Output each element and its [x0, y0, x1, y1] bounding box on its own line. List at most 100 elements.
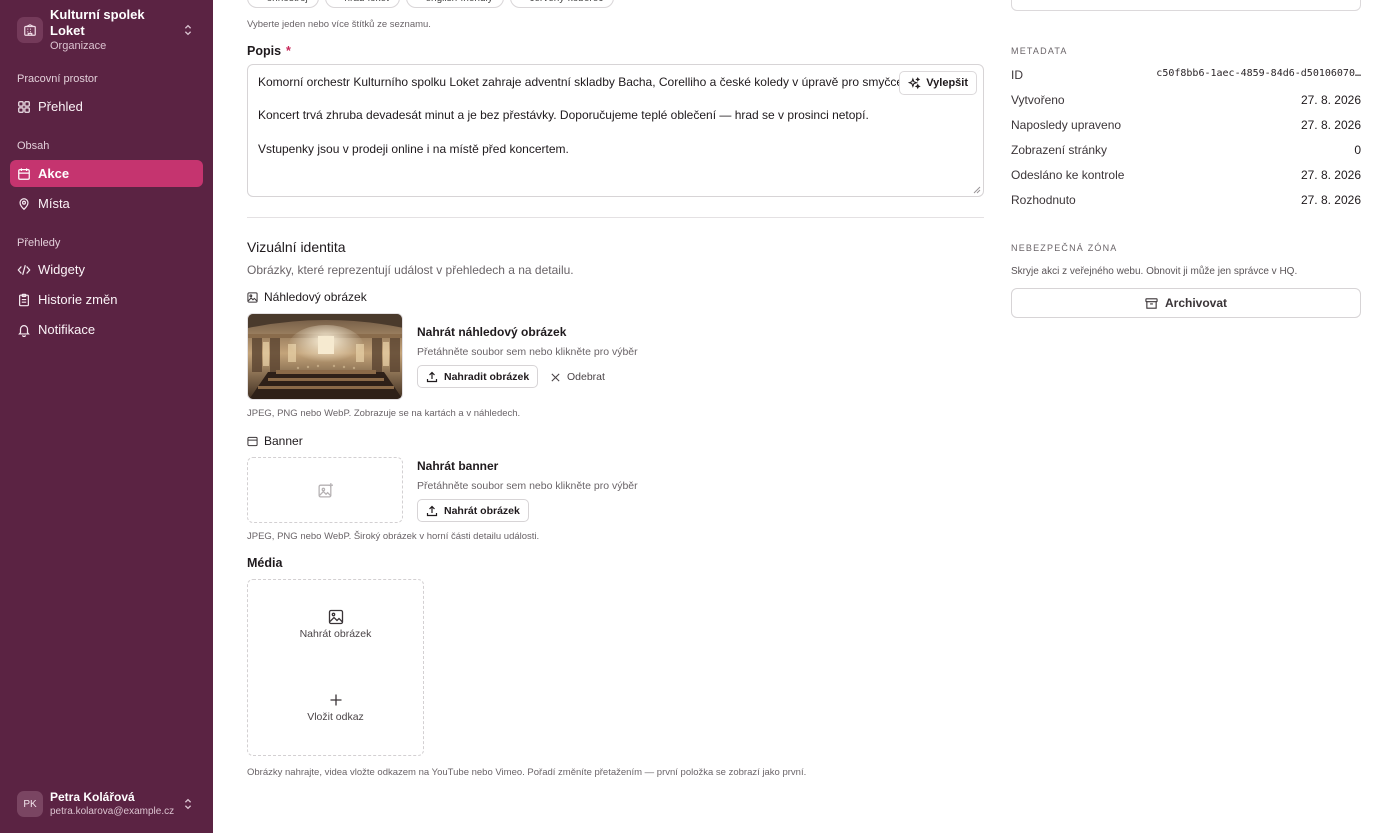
- bell-icon: [18, 324, 30, 337]
- user-menu[interactable]: PK Petra Kolářová petra.kolarova@example…: [10, 784, 203, 824]
- description-label-text: Popis: [247, 44, 282, 58]
- meta-label: Vytvořeno: [1011, 93, 1065, 107]
- section-label-reports: Přehledy: [17, 237, 61, 249]
- preview-upload-hint: Přetáhněte soubor sem nebo klikněte pro …: [417, 346, 638, 358]
- main-content: + ohňostroj + hrad-loket + english-frien…: [213, 0, 1400, 833]
- preview-upload-title: Nahrát náhledový obrázek: [417, 325, 567, 339]
- sidebar-item-label: Notifikace: [38, 322, 96, 337]
- media-upload-image-label: Nahrát obrázek: [299, 628, 372, 640]
- required-mark: *: [286, 44, 291, 58]
- sidebar-item-history[interactable]: Historie změn: [10, 286, 203, 313]
- plus-icon: [330, 694, 341, 706]
- resize-handle-icon[interactable]: [973, 186, 981, 194]
- calendar-icon: [18, 167, 30, 180]
- banner-help: JPEG, PNG nebo WebP. Široký obrázek v ho…: [247, 531, 540, 542]
- banner-upload-hint: Přetáhněte soubor sem nebo klikněte pro …: [417, 480, 638, 492]
- upload-banner-button[interactable]: Nahrát obrázek: [417, 499, 529, 522]
- replace-image-button[interactable]: Nahradit obrázek: [417, 365, 539, 388]
- media-insert-link-label: Vložit odkaz: [307, 711, 364, 723]
- preview-image-label: Náhledový obrázek: [264, 290, 367, 304]
- sidebar-item-overview[interactable]: Přehled: [10, 93, 203, 120]
- meta-row-id: ID c50f8bb6-1aec-4859-84d6-d50106070…: [1011, 68, 1361, 82]
- meta-label: Odesláno ke kontrole: [1011, 168, 1125, 182]
- image-placeholder-icon: [317, 482, 333, 498]
- visual-identity-title: Vizuální identita: [247, 239, 346, 255]
- description-paragraph: Komorní orchestr Kulturního spolku Loket…: [258, 75, 907, 89]
- sidebar-item-label: Historie změn: [38, 292, 118, 307]
- description-paragraph: Koncert trvá zhruba devadesát minut a je…: [258, 108, 869, 123]
- meta-value: 27. 8. 2026: [1300, 193, 1361, 207]
- section-label-workspace: Pracovní prostor: [17, 73, 98, 85]
- meta-value: 27. 8. 2026: [1300, 118, 1361, 132]
- sidebar-item-widgets[interactable]: Widgety: [10, 256, 203, 283]
- meta-label: Zobrazení stránky: [1011, 143, 1108, 157]
- preview-help: JPEG, PNG nebo WebP. Zobrazuje se na kar…: [247, 408, 521, 419]
- chevron-up-down-icon: [184, 798, 192, 810]
- meta-row-created: Vytvořeno 27. 8. 2026: [1011, 93, 1361, 107]
- replace-image-label: Nahradit obrázek: [444, 370, 530, 383]
- top-field-box[interactable]: [1011, 0, 1361, 11]
- user-email: petra.kolarova@example.cz: [50, 805, 175, 817]
- danger-zone-text: Skryje akci z veřejného webu. Obnovit ji…: [1011, 266, 1298, 277]
- avatar: PK: [17, 791, 43, 817]
- concert-hall-image: [248, 314, 402, 399]
- section-label-content: Obsah: [17, 140, 50, 152]
- banner-dropzone[interactable]: [247, 457, 403, 523]
- sidebar: Kulturní spolek Loket Organizace Pracovn…: [0, 0, 213, 833]
- banner-label: Banner: [264, 434, 303, 448]
- archive-label: Archivovat: [1164, 296, 1228, 310]
- tag-chip[interactable]: + červený-koberec: [509, 0, 615, 8]
- org-switcher[interactable]: Kulturní spolek Loket Organizace: [10, 7, 203, 52]
- code-icon: [17, 264, 31, 275]
- meta-value: c50f8bb6-1aec-4859-84d6-d50106070…: [1156, 68, 1361, 79]
- meta-value: 27. 8. 2026: [1300, 93, 1361, 107]
- media-help: Obrázky nahrajte, videa vložte odkazem n…: [247, 767, 807, 778]
- visual-identity-subtitle: Obrázky, které reprezentují událost v př…: [247, 263, 574, 277]
- chevron-up-down-icon: [184, 24, 192, 36]
- archive-button[interactable]: Archivovat: [1011, 288, 1361, 318]
- building-icon: [17, 17, 43, 43]
- meta-value: 0: [1354, 143, 1361, 157]
- improve-label: Vylepšit: [926, 76, 968, 89]
- preview-image-thumbnail[interactable]: [247, 313, 403, 400]
- tag-chip[interactable]: + ohňostroj: [247, 0, 319, 8]
- sidebar-item-events[interactable]: Akce: [10, 160, 203, 187]
- media-heading: Média: [247, 556, 283, 570]
- tag-chip[interactable]: + english-friendly: [405, 0, 504, 8]
- meta-label: Naposledy upraveno: [1011, 118, 1122, 132]
- image-icon: [328, 609, 343, 625]
- tag-chips: + ohňostroj + hrad-loket + english-frien…: [247, 0, 615, 8]
- remove-image-label: Odebrat: [567, 371, 605, 383]
- upload-banner-label: Nahrát obrázek: [444, 504, 520, 517]
- org-type: Organizace: [50, 40, 107, 52]
- improve-button[interactable]: Vylepšit: [899, 71, 977, 95]
- meta-label: Rozhodnuto: [1011, 193, 1076, 207]
- banner-upload-title: Nahrát banner: [417, 459, 499, 473]
- meta-row-decided: Rozhodnuto 27. 8. 2026: [1011, 193, 1361, 207]
- tags-help: Vyberte jeden nebo více štítků ze seznam…: [247, 19, 431, 30]
- metadata-title: METADATA: [1011, 46, 1068, 56]
- banner-heading: Banner: [247, 434, 303, 448]
- meta-label: ID: [1011, 68, 1023, 82]
- media-insert-link-button[interactable]: Vložit odkaz: [248, 692, 423, 723]
- sidebar-item-label: Místa: [38, 196, 70, 211]
- meta-row-views: Zobrazení stránky 0: [1011, 143, 1361, 157]
- preview-image-heading: Náhledový obrázek: [247, 290, 367, 304]
- upload-icon: [426, 505, 438, 516]
- meta-row-updated: Naposledy upraveno 27. 8. 2026: [1011, 118, 1361, 132]
- sidebar-item-notifications[interactable]: Notifikace: [10, 316, 203, 343]
- tag-chip[interactable]: + hrad-loket: [324, 0, 400, 8]
- sidebar-item-places[interactable]: Místa: [10, 190, 203, 217]
- sparkles-icon: [908, 76, 921, 89]
- archive-icon: [1145, 297, 1158, 309]
- meta-row-submitted: Odesláno ke kontrole 27. 8. 2026: [1011, 168, 1361, 182]
- media-dropzone: Nahrát obrázek Vložit odkaz: [247, 579, 424, 756]
- clipboard-icon: [19, 293, 29, 306]
- sidebar-item-label: Widgety: [38, 262, 85, 277]
- media-upload-image-button[interactable]: Nahrát obrázek: [248, 609, 423, 640]
- sidebar-item-label: Akce: [38, 166, 70, 181]
- sidebar-item-label: Přehled: [38, 99, 83, 114]
- user-name: Petra Kolářová: [50, 789, 135, 804]
- remove-image-button[interactable]: Odebrat: [550, 371, 605, 383]
- description-textarea[interactable]: Komorní orchestr Kulturního spolku Loket…: [247, 64, 984, 197]
